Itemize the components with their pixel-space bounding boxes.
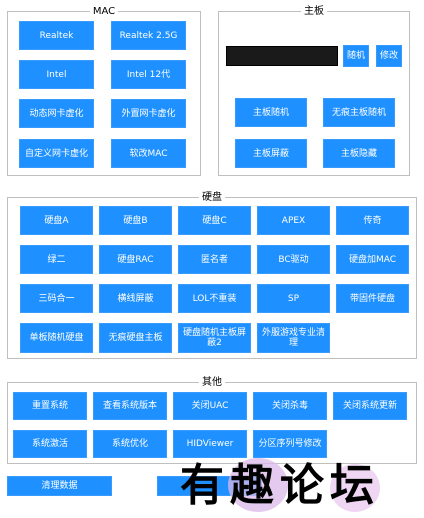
mac-group: MAC Realtek Realtek 2.5G Intel Intel 12代… bbox=[7, 5, 201, 176]
board-random-button[interactable]: 随机 bbox=[343, 45, 369, 67]
disable-antivirus-button[interactable]: 关闭杀毒 bbox=[253, 392, 327, 420]
board-group: 主板 随机 修改 主板随机 无痕主板随机 主板屏蔽 主板隐藏 bbox=[218, 5, 410, 176]
system-activate-button[interactable]: 系统激活 bbox=[13, 430, 87, 458]
disk-lol-no-reinstall-button[interactable]: LOL不重装 bbox=[178, 284, 251, 313]
disk-bc-driver-button[interactable]: BC驱动 bbox=[257, 245, 330, 274]
disk-firmware-button[interactable]: 带固件硬盘 bbox=[336, 284, 409, 313]
mac-intel-button[interactable]: Intel bbox=[19, 60, 94, 89]
board-modify-button[interactable]: 修改 bbox=[376, 45, 402, 67]
board-group-title: 主板 bbox=[301, 5, 327, 18]
disable-system-update-button[interactable]: 关闭系统更新 bbox=[333, 392, 407, 420]
disk-anonymous-button[interactable]: 匿名者 bbox=[178, 245, 251, 274]
disk-random-board-block2-button[interactable]: 硬盘随机主板屏蔽2 bbox=[178, 323, 251, 353]
disk-green2-button[interactable]: 绿二 bbox=[20, 245, 93, 274]
other-group-title: 其他 bbox=[199, 376, 225, 389]
disk-single-board-random-button[interactable]: 单板随机硬盘 bbox=[20, 323, 93, 353]
disk-three-in-one-button[interactable]: 三码合一 bbox=[20, 284, 93, 313]
disk-a-button[interactable]: 硬盘A bbox=[20, 206, 93, 235]
disk-overseas-clean-button[interactable]: 外服游戏专业清理 bbox=[257, 323, 330, 353]
board-block-button[interactable]: 主板屏蔽 bbox=[235, 139, 307, 168]
soft-mac-button[interactable]: 软改MAC bbox=[111, 139, 186, 168]
disk-dash-block-button[interactable]: 横线屏蔽 bbox=[99, 284, 172, 313]
view-system-version-button[interactable]: 查看系统版本 bbox=[93, 392, 167, 420]
system-optimize-button[interactable]: 系统优化 bbox=[93, 430, 167, 458]
disk-rac-button[interactable]: 硬盘RAC bbox=[99, 245, 172, 274]
disk-group: 硬盘 硬盘A 硬盘B 硬盘C APEX 传奇 绿二 硬盘RAC 匿名者 BC驱动… bbox=[7, 191, 417, 359]
disk-sp-button[interactable]: SP bbox=[257, 284, 330, 313]
board-random-action-button[interactable]: 主板随机 bbox=[235, 98, 307, 127]
board-serial-display bbox=[226, 46, 338, 66]
disk-legend-button[interactable]: 传奇 bbox=[336, 206, 409, 235]
external-nic-virtualize-button[interactable]: 外置网卡虚化 bbox=[111, 99, 186, 128]
dynamic-nic-virtualize-button[interactable]: 动态网卡虚化 bbox=[19, 99, 94, 128]
reset-system-button[interactable]: 重置系统 bbox=[13, 392, 87, 420]
board-hide-button[interactable]: 主板隐藏 bbox=[323, 139, 395, 168]
mac-group-title: MAC bbox=[89, 5, 119, 18]
board-stealth-random-button[interactable]: 无痕主板随机 bbox=[323, 98, 395, 127]
disk-group-title: 硬盘 bbox=[199, 191, 225, 204]
custom-nic-virtualize-button[interactable]: 自定义网卡虚化 bbox=[19, 139, 94, 168]
mac-intel-12-button[interactable]: Intel 12代 bbox=[111, 60, 186, 89]
disk-c-button[interactable]: 硬盘C bbox=[178, 206, 251, 235]
disk-stealth-board-button[interactable]: 无痕硬盘主板 bbox=[99, 323, 172, 353]
clean-data-button[interactable]: 清理数据 bbox=[7, 476, 112, 496]
disk-plus-mac-button[interactable]: 硬盘加MAC bbox=[336, 245, 409, 274]
forum-watermark: 有趣论坛 bbox=[180, 452, 420, 516]
watermark-text: 有趣论坛 bbox=[180, 460, 380, 511]
disable-uac-button[interactable]: 关闭UAC bbox=[173, 392, 247, 420]
disk-apex-button[interactable]: APEX bbox=[257, 206, 330, 235]
mac-realtek-25g-button[interactable]: Realtek 2.5G bbox=[111, 21, 186, 50]
mac-realtek-button[interactable]: Realtek bbox=[19, 21, 94, 50]
disk-b-button[interactable]: 硬盘B bbox=[99, 206, 172, 235]
